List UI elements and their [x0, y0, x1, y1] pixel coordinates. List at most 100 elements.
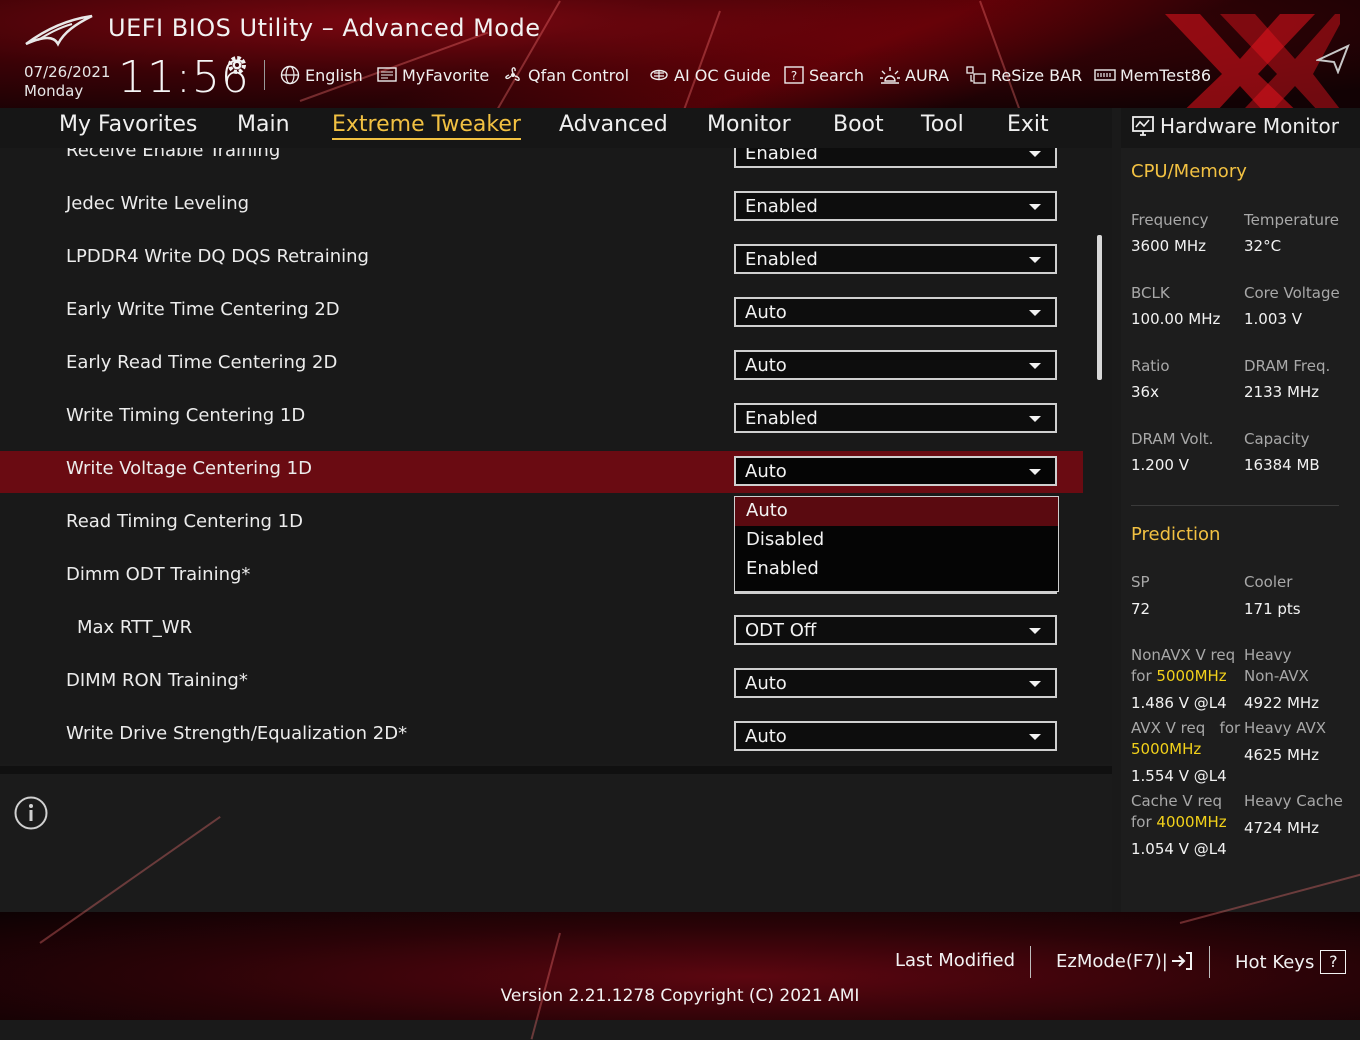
resize-bar-button[interactable]: ReSize BAR [965, 63, 1082, 87]
hot-keys-button[interactable]: Hot Keys ? [1235, 950, 1347, 974]
avx-vreq-label: AVX V req for [1131, 718, 1240, 739]
heavy-cache-value: 4724 MHz [1244, 819, 1320, 837]
tab-advanced[interactable]: Advanced [559, 112, 668, 137]
search-button[interactable]: ? Search [783, 63, 864, 87]
dram-freq-label: DRAM Freq. [1244, 357, 1331, 375]
last-modified-button[interactable]: Last Modified [895, 950, 1015, 971]
temperature-value: 32°C [1244, 237, 1282, 255]
app-title: UEFI BIOS Utility – Advanced Mode [108, 14, 541, 42]
frequency-value: 3600 MHz [1131, 237, 1207, 255]
setting-value: Enabled [745, 408, 818, 429]
exit-arrow-icon [1171, 952, 1192, 970]
pointer-icon [1316, 44, 1350, 74]
tab-main[interactable]: Main [237, 112, 290, 137]
ratio-value: 36x [1131, 383, 1159, 401]
setting-value: Enabled [745, 249, 818, 270]
setting-value: Auto [745, 673, 787, 694]
tab-my-favorites[interactable]: My Favorites [59, 112, 197, 137]
gear-icon[interactable] [224, 52, 250, 78]
heavy-nonavx-label-2: Non-AVX [1244, 667, 1309, 685]
setting-value: Auto [745, 355, 787, 376]
prediction-heading: Prediction [1131, 524, 1221, 545]
setting-label: Receive Enable Training [66, 148, 281, 161]
nonavx-vreq-value: 1.486 V @L4 [1131, 694, 1227, 712]
hot-keys-label: Hot Keys [1235, 951, 1315, 973]
setting-label: Early Write Time Centering 2D [66, 299, 340, 320]
chevron-down-icon [1029, 310, 1041, 316]
qfan-control-label: Qfan Control [528, 65, 630, 85]
temperature-label: Temperature [1244, 211, 1340, 229]
cooler-value: 171 pts [1244, 600, 1301, 618]
tab-extreme-tweaker[interactable]: Extreme Tweaker [332, 112, 521, 140]
cpu-memory-heading: CPU/Memory [1131, 161, 1247, 182]
cooler-label: Cooler [1244, 573, 1293, 591]
myfavorite-button[interactable]: MyFavorite [376, 63, 489, 87]
setting-dropdown[interactable]: Auto [734, 721, 1057, 751]
dram-volt-label: DRAM Volt. [1131, 430, 1214, 448]
avx-vreq-value: 1.554 V @L4 [1131, 767, 1227, 785]
dropdown-list: Auto Disabled Enabled [734, 496, 1059, 592]
avx-target-freq: 5000MHz [1131, 740, 1202, 758]
tab-tool[interactable]: Tool [921, 112, 964, 137]
frequency-label: Frequency [1131, 211, 1209, 229]
setting-dropdown[interactable]: Auto [734, 350, 1057, 380]
setting-label: Write Drive Strength/Equalization 2D* [66, 723, 408, 744]
aura-button[interactable]: AURA [879, 63, 949, 87]
fan-icon [505, 67, 520, 82]
memtest-icon [1094, 69, 1116, 81]
setting-dropdown[interactable]: Auto [734, 297, 1057, 327]
scrollbar[interactable] [1097, 235, 1102, 380]
myfavorite-label: MyFavorite [402, 65, 490, 85]
capacity-label: Capacity [1244, 430, 1310, 448]
favorite-icon [377, 67, 397, 82]
setting-dropdown[interactable]: Enabled [734, 191, 1057, 221]
setting-dropdown[interactable]: Enabled [734, 148, 1057, 168]
search-label: Search [809, 65, 864, 85]
chevron-down-icon [1029, 257, 1041, 263]
setting-dropdown[interactable]: Enabled [734, 403, 1057, 433]
setting-dropdown[interactable]: Enabled [734, 244, 1057, 274]
cache-target-freq: 4000MHz [1156, 813, 1227, 831]
sp-label: SP [1131, 573, 1150, 591]
ai-oc-guide-button[interactable]: AI OC Guide [648, 63, 771, 87]
ezmode-button[interactable]: EzMode(F7)| [1056, 950, 1194, 972]
heavy-nonavx-label-1: Heavy [1244, 646, 1292, 664]
setting-value: Enabled [745, 148, 818, 164]
heavy-cache-label: Heavy Cache [1244, 792, 1343, 810]
ai-oc-guide-label: AI OC Guide [674, 65, 771, 85]
hw-divider [1131, 505, 1339, 506]
heavy-nonavx-value: 4922 MHz [1244, 694, 1320, 712]
setting-label: DIMM RON Training* [66, 670, 248, 691]
weekday-display: Monday [24, 82, 84, 100]
setting-value: Auto [745, 726, 787, 747]
setting-value: Auto [745, 302, 787, 323]
setting-value: ODT Off [745, 620, 817, 641]
dropdown-option-disabled[interactable]: Disabled [735, 526, 1058, 555]
tab-monitor[interactable]: Monitor [707, 112, 791, 137]
dram-volt-value: 1.200 V [1131, 456, 1189, 474]
resize-bar-icon [966, 66, 986, 84]
settings-panel: Receive Enable Training Enabled Jedec Wr… [0, 148, 1112, 764]
resize-bar-label: ReSize BAR [991, 65, 1083, 85]
tab-exit[interactable]: Exit [1007, 112, 1049, 137]
cache-vreq-label: Cache V req [1131, 792, 1223, 810]
language-button[interactable]: English [279, 63, 363, 87]
date-display: 07/26/2021 [24, 63, 111, 81]
setting-label: Write Timing Centering 1D [66, 405, 306, 426]
qfan-control-button[interactable]: Qfan Control [502, 63, 629, 87]
chevron-down-icon [1029, 204, 1041, 210]
dropdown-option-auto[interactable]: Auto [735, 497, 1058, 526]
setting-dropdown[interactable]: ODT Off [734, 615, 1057, 645]
for-text: for [1131, 813, 1152, 831]
setting-label: Max RTT_WR [77, 617, 193, 638]
chevron-down-icon [1029, 151, 1041, 157]
cache-vreq-value: 1.054 V @L4 [1131, 840, 1227, 858]
setting-dropdown-active[interactable]: Auto [734, 456, 1057, 486]
tab-boot[interactable]: Boot [833, 112, 884, 137]
version-text: Version 2.21.1278 Copyright (C) 2021 AMI [500, 986, 860, 1006]
dropdown-option-enabled[interactable]: Enabled [735, 555, 1058, 584]
capacity-value: 16384 MB [1244, 456, 1320, 474]
chevron-down-icon [1029, 681, 1041, 687]
header-divider [264, 60, 265, 90]
setting-dropdown[interactable]: Auto [734, 668, 1057, 698]
